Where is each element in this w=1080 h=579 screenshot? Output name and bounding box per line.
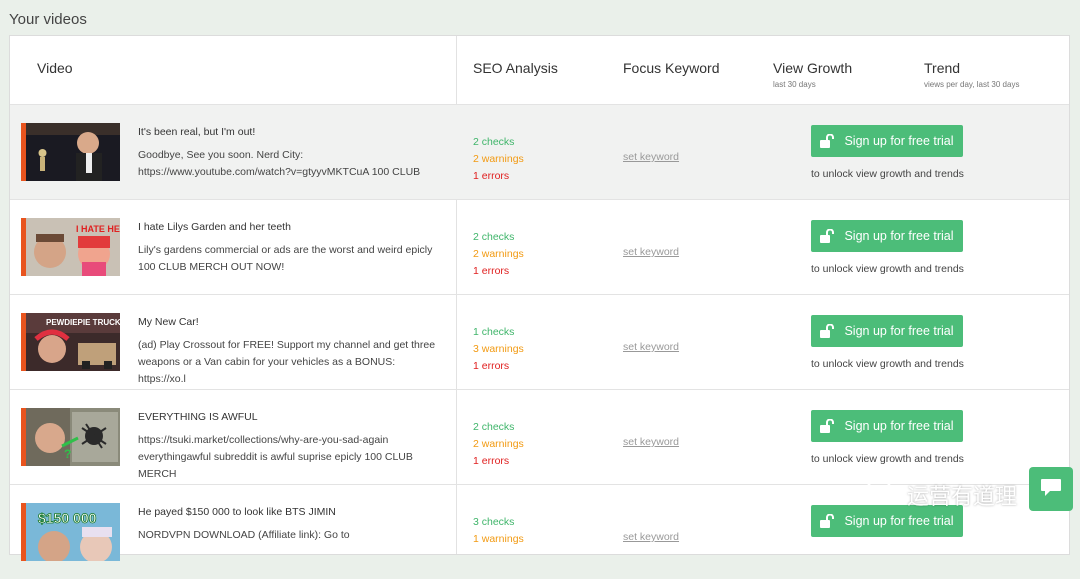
table-row[interactable]: I HATE HER I hate Lilys Garden and her t…	[10, 199, 1069, 294]
video-title[interactable]: My New Car!	[138, 316, 199, 328]
view-growth-label: View Growth	[773, 60, 853, 76]
thumbnail-text: I HATE HER	[76, 224, 120, 234]
set-keyword-link[interactable]: set keyword	[623, 341, 679, 353]
video-thumbnail[interactable]	[26, 123, 120, 181]
unlock-note: to unlock view growth and trends	[811, 358, 964, 370]
unlock-note: to unlock view growth and trends	[811, 168, 964, 180]
column-header-trend[interactable]: Trend views per day, last 30 days	[924, 60, 1019, 89]
seo-analysis[interactable]: 3 checks 1 warnings	[473, 514, 524, 548]
seo-checks: 2 checks	[473, 421, 515, 433]
seo-errors: 1 errors	[473, 170, 510, 182]
seo-errors: 1 errors	[473, 265, 510, 277]
unlock-icon	[820, 419, 836, 433]
video-thumbnail[interactable]: PEWDIEPIE TRUCK	[26, 313, 120, 371]
videos-table: Video SEO Analysis Focus Keyword View Gr…	[9, 35, 1070, 561]
video-description: Lily's gardens commercial or ads are the…	[138, 244, 433, 273]
watermark-text: 运营有道理	[907, 484, 1018, 509]
seo-errors: 1 errors	[473, 455, 510, 467]
seo-warnings: 2 warnings	[473, 153, 524, 165]
video-description: Goodbye, See you soon. Nerd City: https:…	[138, 149, 421, 178]
video-description: (ad) Play Crossout for FREE! Support my …	[138, 339, 436, 385]
video-description: https://tsuki.market/collections/why-are…	[138, 434, 413, 480]
unlock-icon	[820, 324, 836, 338]
column-header-video[interactable]: Video	[37, 60, 73, 76]
sign-up-trial-label: Sign up for free trial	[844, 419, 954, 433]
seo-warnings: 2 warnings	[473, 248, 524, 260]
sign-up-trial-label: Sign up for free trial	[844, 134, 954, 148]
video-thumbnail[interactable]: $150 000	[26, 503, 120, 561]
unlock-icon	[820, 134, 836, 148]
wechat-icon	[865, 478, 901, 512]
set-keyword-link[interactable]: set keyword	[623, 246, 679, 258]
video-thumbnail[interactable]: I HATE HER	[26, 218, 120, 276]
table-row[interactable]: PEWDIEPIE TRUCK My New Car! (ad) Play Cr…	[10, 294, 1069, 389]
page-title: Your videos	[9, 11, 87, 28]
table-row[interactable]: ? EVERYTHING IS AWFUL https://tsuki.mark…	[10, 389, 1069, 484]
seo-warnings: 2 warnings	[473, 438, 524, 450]
set-keyword-link[interactable]: set keyword	[623, 531, 679, 543]
seo-analysis[interactable]: 2 checks 2 warnings 1 errors	[473, 419, 524, 470]
seo-analysis[interactable]: 1 checks 3 warnings 1 errors	[473, 324, 524, 375]
trend-sublabel: views per day, last 30 days	[924, 80, 1020, 89]
video-title[interactable]: It's been real, but I'm out!	[138, 126, 255, 138]
column-header-view-growth[interactable]: View Growth last 30 days	[773, 60, 852, 89]
seo-checks: 2 checks	[473, 231, 515, 243]
seo-errors: 1 errors	[473, 360, 510, 372]
unlock-icon	[820, 514, 836, 528]
svg-text:?: ?	[64, 447, 71, 461]
chat-button[interactable]	[1029, 467, 1073, 511]
sign-up-trial-button[interactable]: Sign up for free trial	[811, 315, 963, 347]
table-header: Video SEO Analysis Focus Keyword View Gr…	[10, 36, 1069, 104]
seo-analysis[interactable]: 2 checks 2 warnings 1 errors	[473, 134, 524, 185]
video-title[interactable]: He payed $150 000 to look like BTS JIMIN	[138, 506, 336, 518]
set-keyword-link[interactable]: set keyword	[623, 436, 679, 448]
sign-up-trial-button[interactable]: Sign up for free trial	[811, 410, 963, 442]
sign-up-trial-button[interactable]: Sign up for free trial	[811, 125, 963, 157]
thumbnail-text: $150 000	[38, 510, 97, 526]
seo-checks: 2 checks	[473, 136, 515, 148]
trend-label: Trend	[924, 60, 961, 76]
seo-warnings: 3 warnings	[473, 343, 524, 355]
unlock-note: to unlock view growth and trends	[811, 263, 964, 275]
sign-up-trial-label: Sign up for free trial	[844, 229, 954, 243]
set-keyword-link[interactable]: set keyword	[623, 151, 679, 163]
column-header-focus-keyword[interactable]: Focus Keyword	[623, 60, 719, 76]
chat-icon	[1040, 477, 1062, 502]
sign-up-trial-button[interactable]: Sign up for free trial	[811, 220, 963, 252]
video-description: NORDVPN DOWNLOAD (Affiliate link): Go to	[138, 529, 350, 541]
unlock-note: to unlock view growth and trends	[811, 453, 964, 465]
column-header-seo[interactable]: SEO Analysis	[473, 60, 558, 76]
unlock-icon	[820, 229, 836, 243]
view-growth-sublabel: last 30 days	[773, 80, 816, 89]
video-title[interactable]: I hate Lilys Garden and her teeth	[138, 221, 291, 233]
watermark: 运营有道理	[865, 478, 1017, 512]
video-thumbnail[interactable]: ?	[26, 408, 120, 466]
seo-checks: 3 checks	[473, 516, 515, 528]
table-row[interactable]: It's been real, but I'm out! Goodbye, Se…	[10, 104, 1069, 199]
sign-up-trial-label: Sign up for free trial	[844, 514, 954, 528]
thumbnail-text: PEWDIEPIE TRUCK	[46, 318, 120, 327]
seo-checks: 1 checks	[473, 326, 515, 338]
video-title[interactable]: EVERYTHING IS AWFUL	[138, 411, 258, 423]
sign-up-trial-label: Sign up for free trial	[844, 324, 954, 338]
seo-analysis[interactable]: 2 checks 2 warnings 1 errors	[473, 229, 524, 280]
